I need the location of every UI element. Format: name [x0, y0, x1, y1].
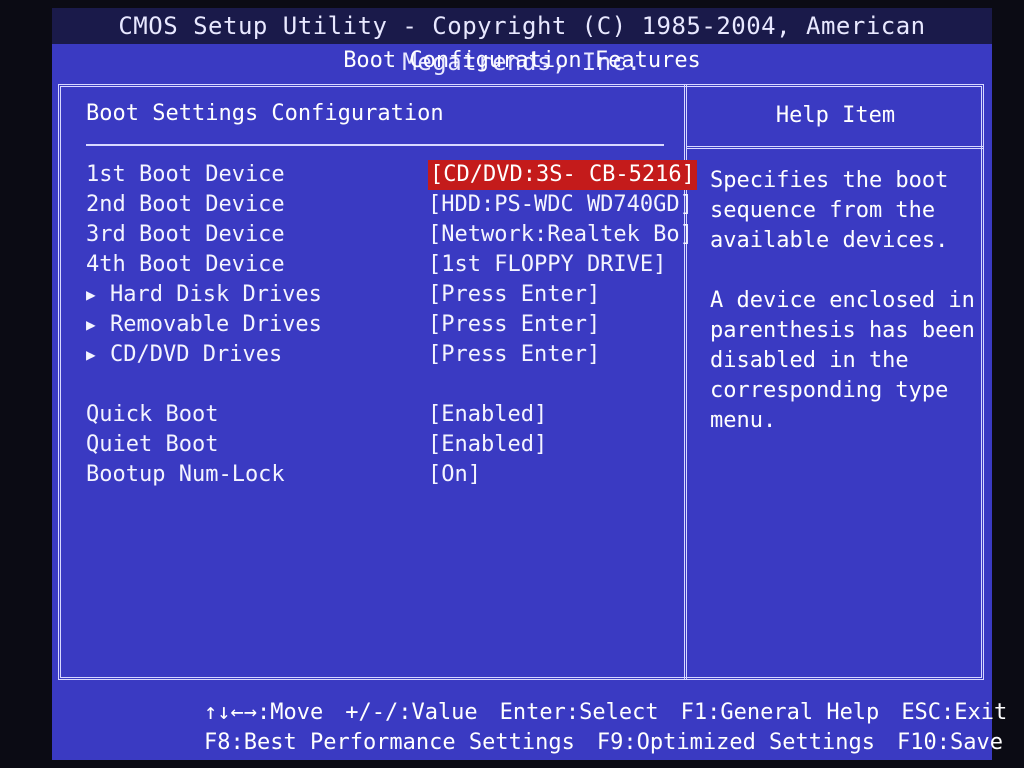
section-divider — [86, 144, 664, 146]
key-hint-optimized: F9:Optimized Settings — [596, 730, 876, 755]
help-paragraph: A device enclosed in parenthesis has bee… — [710, 288, 975, 433]
setting-label: Hard Disk Drives — [110, 282, 322, 307]
page-title: Boot Configuration Features — [343, 48, 701, 73]
submenu-arrow-icon: ▶ — [86, 315, 96, 334]
setting-value[interactable]: [HDD:PS-WDC WD740GD] — [428, 190, 693, 220]
setting-label: CD/DVD Drives — [110, 342, 283, 367]
help-title: Help Item — [775, 103, 896, 128]
setting-value[interactable]: [Press Enter] — [428, 280, 600, 310]
setting-row-quick-boot[interactable]: Quick Boot [Enabled] — [86, 400, 666, 430]
setting-value[interactable]: [Press Enter] — [428, 310, 600, 340]
setting-label: Removable Drives — [110, 312, 322, 337]
setting-value[interactable]: [Network:Realtek Bo] — [428, 220, 693, 250]
help-divider — [687, 146, 984, 149]
key-hint-value: +/-/:Value — [345, 700, 478, 725]
setting-row-bootup-num-lock[interactable]: Bootup Num-Lock [On] — [86, 460, 666, 490]
key-hint-exit: ESC:Exit — [901, 700, 1008, 725]
setting-label: Quiet Boot — [86, 432, 219, 457]
setting-value[interactable]: [Enabled] — [428, 400, 547, 430]
key-legend: ↑↓←→:Move +/-/:Value Enter:Select F1:Genera… — [52, 698, 1007, 758]
key-legend-line-2: F8:Best Performance Settings F9:Optimized… — [204, 728, 1003, 758]
setting-value[interactable]: [On] — [428, 460, 481, 490]
setting-row-1st-boot-device[interactable]: 1st Boot Device [CD/DVD:3S- CB-5216] — [86, 160, 697, 190]
setting-label: 2nd Boot Device — [86, 192, 285, 217]
key-hint-save: F10:Save — [897, 730, 1003, 755]
setting-value[interactable]: [1st FLOPPY DRIVE] — [428, 250, 666, 280]
submenu-removable-drives[interactable]: ▶ Removable Drives [Press Enter] — [86, 310, 666, 340]
setting-row-4th-boot-device[interactable]: 4th Boot Device [1st FLOPPY DRIVE] — [86, 250, 666, 280]
setting-label: Quick Boot — [86, 402, 219, 427]
bios-screen: CMOS Setup Utility - Copyright (C) 1985-… — [52, 8, 1007, 760]
submenu-arrow-icon: ▶ — [86, 345, 96, 364]
submenu-arrow-icon: ▶ — [86, 285, 96, 304]
help-text: Specifies the boot sequence from the ava… — [710, 166, 980, 466]
setting-label: 3rd Boot Device — [86, 222, 285, 247]
key-hint-help: F1:General Help — [680, 700, 880, 725]
setting-row-2nd-boot-device[interactable]: 2nd Boot Device [HDD:PS-WDC WD740GD] — [86, 190, 693, 220]
key-hint-select: Enter:Select — [499, 700, 659, 725]
key-hint-move: ↑↓←→:Move — [204, 700, 324, 725]
window-title: CMOS Setup Utility - Copyright (C) 1985-… — [52, 8, 992, 76]
help-paragraph: Specifies the boot sequence from the ava… — [710, 168, 949, 253]
setting-value-selected[interactable]: [CD/DVD:3S- CB-5216] — [428, 160, 697, 190]
section-title: Boot Settings Configuration — [86, 101, 444, 126]
setting-row-3rd-boot-device[interactable]: 3rd Boot Device [Network:Realtek Bo] — [86, 220, 693, 250]
setting-label: 1st Boot Device — [86, 162, 285, 187]
setting-label: 4th Boot Device — [86, 252, 285, 277]
setting-value[interactable]: [Enabled] — [428, 430, 547, 460]
setting-row-quiet-boot[interactable]: Quiet Boot [Enabled] — [86, 430, 666, 460]
submenu-hard-disk-drives[interactable]: ▶ Hard Disk Drives [Press Enter] — [86, 280, 666, 310]
key-hint-best-performance: F8:Best Performance Settings — [204, 730, 575, 755]
setting-label: Bootup Num-Lock — [86, 462, 285, 487]
submenu-cd-dvd-drives[interactable]: ▶ CD/DVD Drives [Press Enter] — [86, 340, 666, 370]
setting-value[interactable]: [Press Enter] — [428, 340, 600, 370]
key-legend-line-1: ↑↓←→:Move +/-/:Value Enter:Select F1:Genera… — [204, 698, 1007, 728]
